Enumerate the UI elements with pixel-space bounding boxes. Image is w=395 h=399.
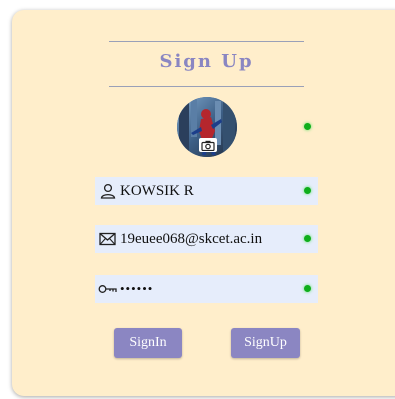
avatar-status-indicator [304, 123, 311, 130]
name-field[interactable]: KOWSIK R [95, 177, 318, 205]
signup-button[interactable]: SignUp [231, 328, 300, 358]
page-title: Sign Up [159, 51, 254, 72]
signin-button[interactable]: SignIn [114, 328, 182, 358]
email-value: 19euee068@skcet.ac.in [120, 230, 263, 247]
camera-icon[interactable] [199, 138, 217, 152]
password-status-indicator [304, 285, 311, 292]
key-icon [98, 280, 117, 299]
password-field[interactable]: •••••• [95, 275, 318, 303]
user-icon [98, 182, 117, 201]
password-value: •••••• [120, 281, 154, 296]
email-field[interactable]: 19euee068@skcet.ac.in [95, 225, 318, 253]
mail-icon [98, 230, 117, 249]
name-value: KOWSIK R [120, 182, 194, 199]
name-status-indicator [304, 187, 311, 194]
title-divider-top [109, 41, 304, 42]
title-divider-bottom [109, 86, 304, 87]
email-status-indicator [304, 235, 311, 242]
